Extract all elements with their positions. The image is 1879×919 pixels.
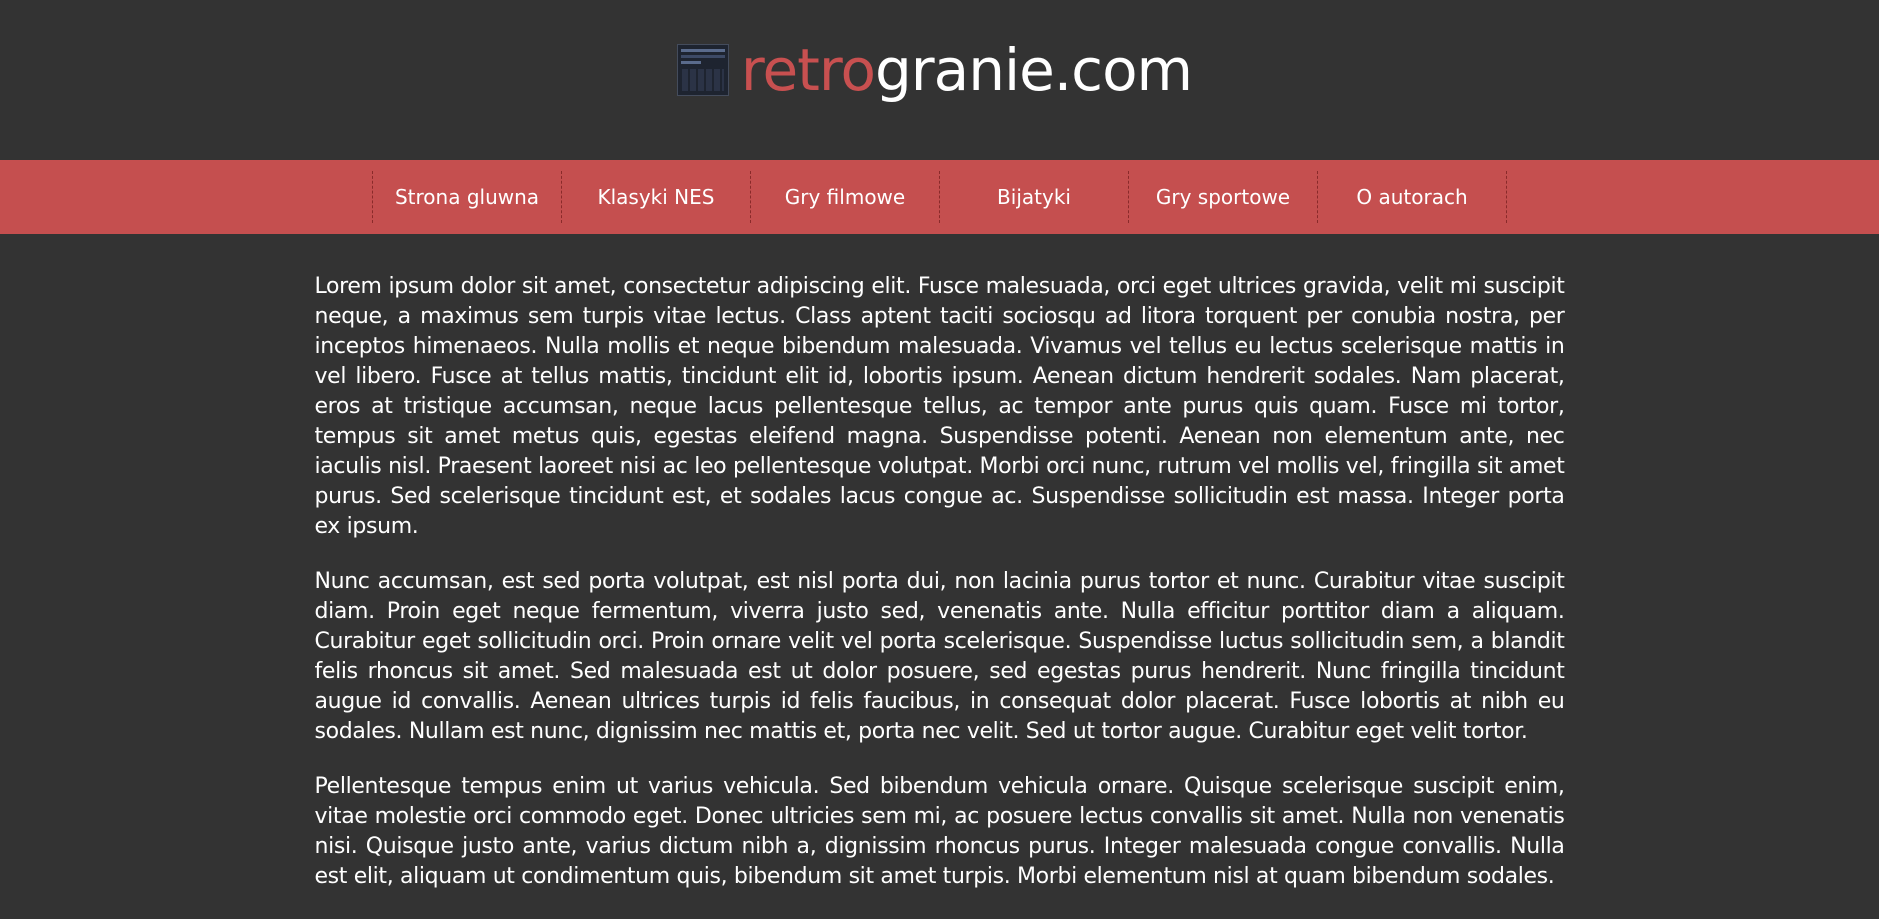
logo-text-retro: retro xyxy=(740,36,876,104)
site-logo[interactable]: retrogranie.com xyxy=(676,41,1193,99)
nav-item-gry-filmowe[interactable]: Gry filmowe xyxy=(751,171,940,223)
main-nav: Strona gluwna Klasyki NES Gry filmowe Bi… xyxy=(0,160,1879,234)
logo-text: retrogranie.com xyxy=(741,41,1193,99)
nav-item-gry-sportowe[interactable]: Gry sportowe xyxy=(1129,171,1318,223)
content-paragraph: Nunc accumsan, est sed porta volutpat, e… xyxy=(314,569,1565,744)
nav-item-strona-gluwna[interactable]: Strona gluwna xyxy=(373,171,562,223)
logo-text-rest: granie.com xyxy=(874,36,1193,104)
content-paragraph: Pellentesque tempus enim ut varius vehic… xyxy=(314,774,1565,889)
nav-item-o-autorach[interactable]: O autorach xyxy=(1318,171,1507,223)
logo-icon xyxy=(676,44,729,96)
site-header: retrogranie.com xyxy=(0,0,1879,160)
nav-item-bijatyki[interactable]: Bijatyki xyxy=(940,171,1129,223)
nav-list: Strona gluwna Klasyki NES Gry filmowe Bi… xyxy=(372,171,1507,223)
main-content: Lorem ipsum dolor sit amet, consectetur … xyxy=(315,234,1565,892)
content-paragraph: Lorem ipsum dolor sit amet, consectetur … xyxy=(314,274,1565,539)
nav-item-klasyki-nes[interactable]: Klasyki NES xyxy=(562,171,751,223)
